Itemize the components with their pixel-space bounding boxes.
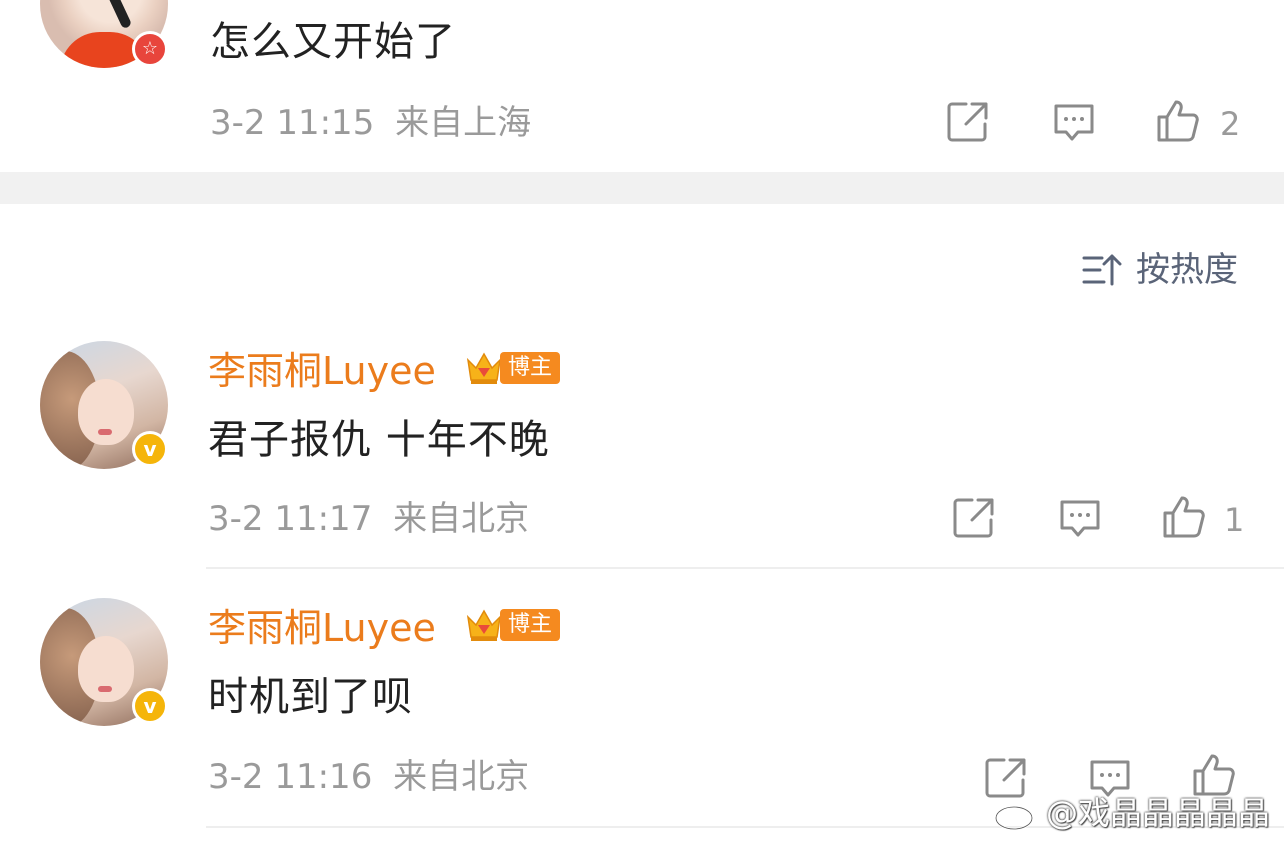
comment-meta: 3-2 11:16 来自北京 (208, 760, 529, 794)
sort-toggle[interactable]: 按热度 (1082, 248, 1238, 292)
comment-time: 3-2 11:16 (208, 757, 373, 797)
comment-location: 来自北京 (393, 757, 530, 797)
like-icon[interactable] (1192, 752, 1236, 796)
verified-icon: v (132, 431, 168, 467)
star-badge-icon: ☆ (132, 31, 168, 67)
comment-text: 怎么又开始了 (210, 19, 456, 65)
comment-icon[interactable] (1058, 496, 1102, 540)
top-comment: ☆ 怎么又开始了 3-2 11:15 来自上海 2 (0, 0, 1284, 172)
comment-location: 来自北京 (393, 499, 530, 539)
comment-time: 3-2 11:15 (210, 103, 375, 143)
share-icon[interactable] (952, 496, 996, 540)
weibo-logo-icon (994, 798, 1038, 830)
blogger-tag: 博主 (464, 350, 561, 386)
comment-meta: 3-2 11:17 来自北京 (208, 502, 529, 536)
comment-text: 君子报仇 十年不晚 (208, 417, 550, 463)
blogger-tag-label: 博主 (500, 352, 561, 384)
comment-location: 来自上海 (395, 103, 532, 143)
comment-meta: 3-2 11:15 来自上海 (210, 106, 531, 140)
comment-text: 时机到了呗 (208, 674, 413, 720)
like-count: 1 (1224, 501, 1245, 539)
share-icon[interactable] (984, 756, 1028, 800)
like-count: 2 (1220, 105, 1241, 143)
section-separator (0, 172, 1284, 204)
divider (206, 567, 1284, 569)
sort-label: 按热度 (1136, 250, 1238, 290)
sort-icon (1082, 254, 1122, 286)
like-icon[interactable] (1156, 98, 1200, 142)
like-icon[interactable] (1162, 494, 1206, 538)
username[interactable]: 李雨桐Luyee (208, 352, 436, 390)
blogger-tag: 博主 (464, 607, 561, 643)
crown-icon (466, 609, 502, 641)
comment-time: 3-2 11:17 (208, 499, 373, 539)
watermark-text: @戏晶晶晶晶晶 (1045, 794, 1270, 832)
username[interactable]: 李雨桐Luyee (208, 609, 436, 647)
crown-icon (466, 352, 502, 384)
comment-icon[interactable] (1052, 100, 1096, 144)
share-icon[interactable] (946, 100, 990, 144)
blogger-tag-label: 博主 (500, 609, 561, 641)
watermark: @戏晶晶晶晶晶 (994, 796, 1270, 830)
verified-icon: v (132, 688, 168, 724)
